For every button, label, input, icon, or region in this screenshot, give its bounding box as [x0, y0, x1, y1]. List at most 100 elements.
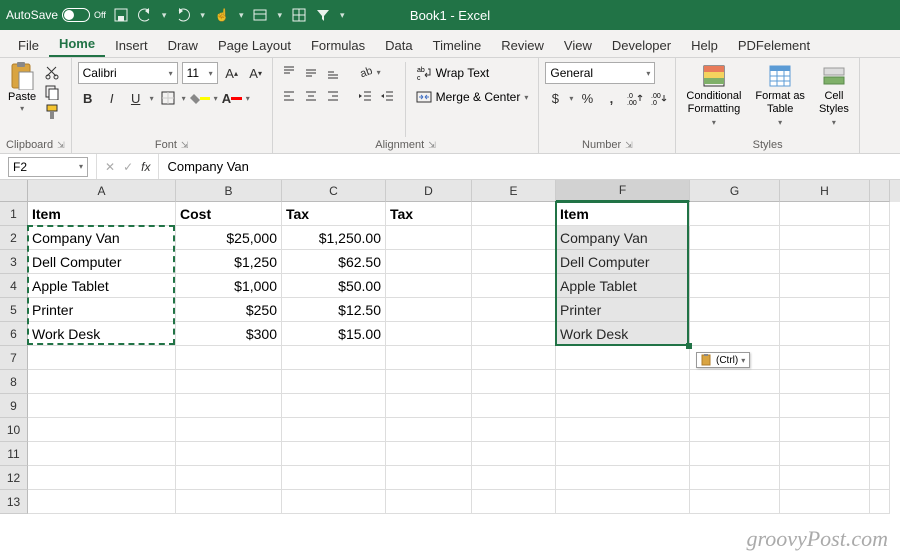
fill-color-icon[interactable] — [190, 88, 210, 108]
conditional-formatting-button[interactable]: Conditional Formatting▾ — [682, 62, 745, 137]
cell[interactable]: Cost — [176, 202, 282, 226]
cell[interactable]: $25,000 — [176, 226, 282, 250]
cell[interactable] — [386, 322, 472, 346]
cell[interactable] — [176, 490, 282, 514]
increase-indent-icon[interactable] — [377, 86, 397, 106]
increase-decimal-icon[interactable]: .0.00 — [625, 88, 645, 108]
cell[interactable] — [386, 418, 472, 442]
align-left-icon[interactable] — [279, 86, 299, 106]
cell[interactable] — [472, 274, 556, 298]
cell[interactable] — [780, 274, 870, 298]
align-middle-icon[interactable] — [301, 62, 321, 82]
decrease-indent-icon[interactable] — [355, 86, 375, 106]
underline-button[interactable]: U — [126, 88, 146, 108]
cell[interactable]: $62.50 — [282, 250, 386, 274]
row-header[interactable]: 10 — [0, 418, 28, 442]
cell[interactable] — [780, 298, 870, 322]
percent-format-icon[interactable]: % — [577, 88, 597, 108]
cell[interactable] — [690, 490, 780, 514]
cell[interactable] — [870, 250, 890, 274]
autosave-toggle[interactable]: AutoSave Off — [6, 8, 106, 22]
cell[interactable] — [870, 418, 890, 442]
font-size-select[interactable]: 11▾ — [182, 62, 218, 84]
merge-center-button[interactable]: Merge & Center ▾ — [412, 86, 533, 108]
italic-button[interactable]: I — [102, 88, 122, 108]
tab-pdfelement[interactable]: PDFelement — [728, 34, 820, 57]
number-format-select[interactable]: General▾ — [545, 62, 655, 84]
cell[interactable] — [472, 442, 556, 466]
cell[interactable]: Work Desk — [556, 322, 690, 346]
col-header[interactable]: B — [176, 180, 282, 202]
cell[interactable] — [870, 394, 890, 418]
align-bottom-icon[interactable] — [323, 62, 343, 82]
cell[interactable] — [472, 226, 556, 250]
font-name-select[interactable]: Calibri▾ — [78, 62, 178, 84]
cell[interactable] — [472, 346, 556, 370]
cell[interactable] — [282, 490, 386, 514]
cell[interactable] — [386, 394, 472, 418]
cell[interactable] — [690, 394, 780, 418]
cell[interactable] — [690, 202, 780, 226]
cell[interactable] — [386, 442, 472, 466]
cell[interactable]: $300 — [176, 322, 282, 346]
cell[interactable] — [780, 418, 870, 442]
cell[interactable] — [780, 490, 870, 514]
cell[interactable] — [386, 298, 472, 322]
cell[interactable] — [28, 394, 176, 418]
cell[interactable] — [690, 466, 780, 490]
orientation-icon[interactable]: ab — [355, 62, 375, 82]
cut-icon[interactable] — [44, 64, 60, 80]
cells-area[interactable]: Item Cost Tax Tax Item Company Van $25,0… — [28, 202, 900, 514]
cell[interactable] — [556, 346, 690, 370]
cell[interactable] — [28, 346, 176, 370]
tab-review[interactable]: Review — [491, 34, 554, 57]
cell[interactable] — [780, 202, 870, 226]
undo-icon[interactable] — [138, 8, 152, 22]
comma-format-icon[interactable]: , — [601, 88, 621, 108]
row-header[interactable]: 4 — [0, 274, 28, 298]
row-header[interactable]: 7 — [0, 346, 28, 370]
cell-styles-button[interactable]: Cell Styles▾ — [815, 62, 853, 137]
paste-button[interactable]: Paste ▾ — [6, 62, 38, 137]
cell[interactable] — [870, 442, 890, 466]
row-header[interactable]: 11 — [0, 442, 28, 466]
cell[interactable] — [176, 442, 282, 466]
cell[interactable] — [176, 394, 282, 418]
insert-function-icon[interactable]: fx — [141, 160, 150, 174]
cell[interactable] — [780, 346, 870, 370]
dialog-launcher-icon[interactable]: ⇲ — [57, 140, 65, 151]
format-as-table-button[interactable]: Format as Table▾ — [751, 62, 809, 137]
cell[interactable] — [386, 490, 472, 514]
cell[interactable] — [28, 442, 176, 466]
tab-formulas[interactable]: Formulas — [301, 34, 375, 57]
cell[interactable]: $50.00 — [282, 274, 386, 298]
cell[interactable] — [870, 202, 890, 226]
cell[interactable] — [472, 202, 556, 226]
cell[interactable]: $1,250 — [176, 250, 282, 274]
cell[interactable] — [472, 370, 556, 394]
cell[interactable] — [282, 442, 386, 466]
cell[interactable] — [690, 274, 780, 298]
cell[interactable] — [870, 274, 890, 298]
cell[interactable] — [472, 466, 556, 490]
cell[interactable] — [690, 250, 780, 274]
row-header[interactable]: 8 — [0, 370, 28, 394]
wrap-text-button[interactable]: abcWrap Text — [412, 62, 533, 84]
qat-customize-icon[interactable]: ▾ — [340, 10, 345, 21]
cell[interactable] — [282, 466, 386, 490]
format-painter-icon[interactable] — [44, 104, 60, 120]
touch-mode-icon[interactable]: ☝ — [215, 8, 229, 22]
formula-input[interactable]: Company Van — [159, 159, 900, 174]
row-header[interactable]: 6 — [0, 322, 28, 346]
cell[interactable] — [386, 226, 472, 250]
cell[interactable] — [870, 226, 890, 250]
cell[interactable] — [690, 298, 780, 322]
accounting-format-icon[interactable]: $ — [545, 88, 565, 108]
align-center-icon[interactable] — [301, 86, 321, 106]
cell[interactable]: Item — [28, 202, 176, 226]
cell[interactable] — [28, 466, 176, 490]
cell[interactable]: Printer — [556, 298, 690, 322]
tab-data[interactable]: Data — [375, 34, 422, 57]
filter-icon[interactable] — [316, 8, 330, 22]
border-icon[interactable] — [158, 88, 178, 108]
